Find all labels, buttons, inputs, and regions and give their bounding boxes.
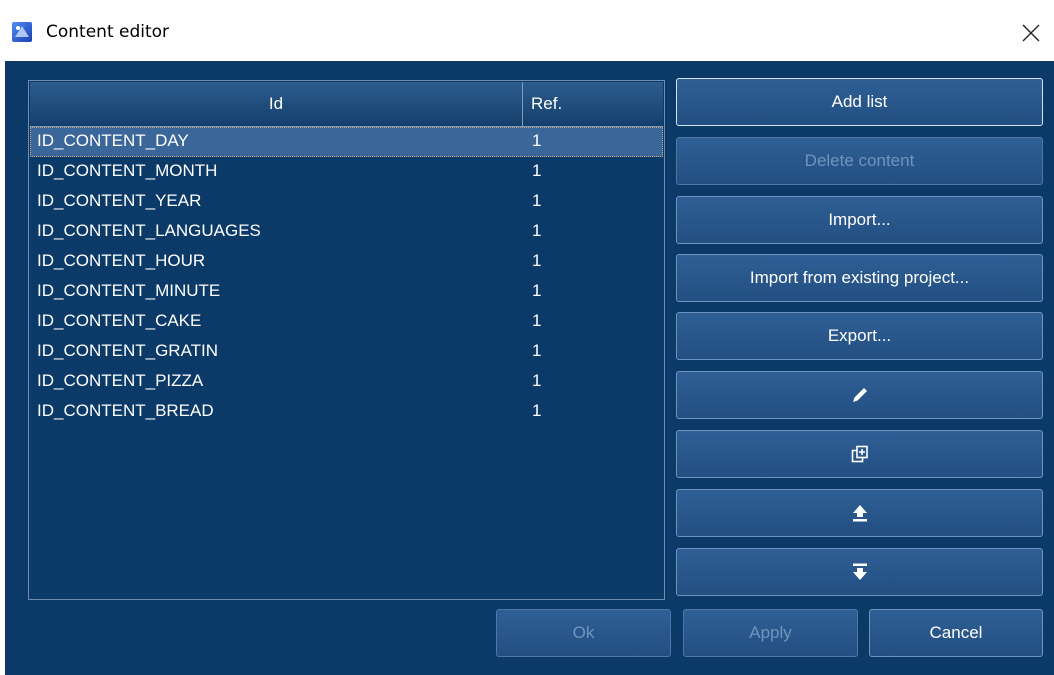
duplicate-button[interactable]: [676, 430, 1043, 478]
row-ref: 1: [532, 281, 542, 300]
table-row[interactable]: ID_CONTENT_GRATIN 1: [30, 337, 663, 367]
row-id: ID_CONTENT_GRATIN: [37, 341, 219, 360]
list-header: Id Ref.: [30, 82, 663, 127]
close-button[interactable]: [1008, 13, 1054, 53]
row-id: ID_CONTENT_MONTH: [37, 161, 218, 180]
row-ref: 1: [532, 131, 542, 150]
title-bar: Content editor: [5, 3, 1054, 61]
list-rows: ID_CONTENT_DAY 1 ID_CONTENT_MONTH 1 ID_C…: [30, 127, 663, 427]
row-ref: 1: [532, 341, 542, 360]
content-list[interactable]: Id Ref. ID_CONTENT_DAY 1 ID_CONTENT_MONT…: [28, 80, 665, 600]
edit-button[interactable]: [676, 371, 1043, 419]
row-ref: 1: [532, 191, 542, 210]
row-ref: 1: [532, 311, 542, 330]
delete-content-button[interactable]: Delete content: [676, 137, 1043, 185]
table-row[interactable]: ID_CONTENT_LANGUAGES 1: [30, 217, 663, 247]
move-up-button[interactable]: [676, 489, 1043, 537]
table-row[interactable]: ID_CONTENT_MINUTE 1: [30, 277, 663, 307]
row-ref: 1: [532, 371, 542, 390]
content-editor-window: Content editor Id Ref. ID_CONTENT_DAY 1 …: [5, 3, 1054, 675]
table-row[interactable]: ID_CONTENT_MONTH 1: [30, 157, 663, 187]
row-id: ID_CONTENT_BREAD: [37, 401, 214, 420]
table-row[interactable]: ID_CONTENT_HOUR 1: [30, 247, 663, 277]
table-row[interactable]: ID_CONTENT_PIZZA 1: [30, 367, 663, 397]
duplicate-icon: [851, 445, 868, 463]
table-row[interactable]: ID_CONTENT_BREAD 1: [30, 397, 663, 427]
move-down-button[interactable]: [676, 548, 1043, 596]
row-ref: 1: [532, 401, 542, 420]
row-id: ID_CONTENT_PIZZA: [37, 371, 204, 390]
row-id: ID_CONTENT_HOUR: [37, 251, 206, 270]
move-up-icon: [852, 505, 867, 522]
table-row[interactable]: ID_CONTENT_CAKE 1: [30, 307, 663, 337]
close-icon: [1022, 24, 1040, 42]
row-ref: 1: [532, 221, 542, 240]
export-button[interactable]: Export...: [676, 312, 1043, 360]
row-ref: 1: [532, 251, 542, 270]
row-id: ID_CONTENT_DAY: [37, 131, 189, 150]
row-id: ID_CONTENT_CAKE: [37, 311, 202, 330]
add-list-button[interactable]: Add list: [676, 78, 1043, 126]
cancel-button[interactable]: Cancel: [869, 609, 1043, 657]
import-button[interactable]: Import...: [676, 196, 1043, 244]
import-from-existing-project-button[interactable]: Import from existing project...: [676, 254, 1043, 302]
ok-button[interactable]: Ok: [496, 609, 671, 657]
move-down-icon: [852, 563, 867, 580]
apply-button[interactable]: Apply: [683, 609, 858, 657]
row-id: ID_CONTENT_MINUTE: [37, 281, 221, 300]
window-title: Content editor: [46, 22, 170, 42]
row-id: ID_CONTENT_YEAR: [37, 191, 202, 210]
column-header-ref[interactable]: Ref.: [523, 82, 663, 126]
table-row[interactable]: ID_CONTENT_YEAR 1: [30, 187, 663, 217]
row-id: ID_CONTENT_LANGUAGES: [37, 221, 261, 240]
table-row[interactable]: ID_CONTENT_DAY 1: [30, 127, 663, 157]
row-ref: 1: [532, 161, 542, 180]
app-logo-icon: [12, 22, 32, 42]
column-header-id[interactable]: Id: [30, 82, 523, 126]
pencil-icon: [852, 388, 867, 402]
